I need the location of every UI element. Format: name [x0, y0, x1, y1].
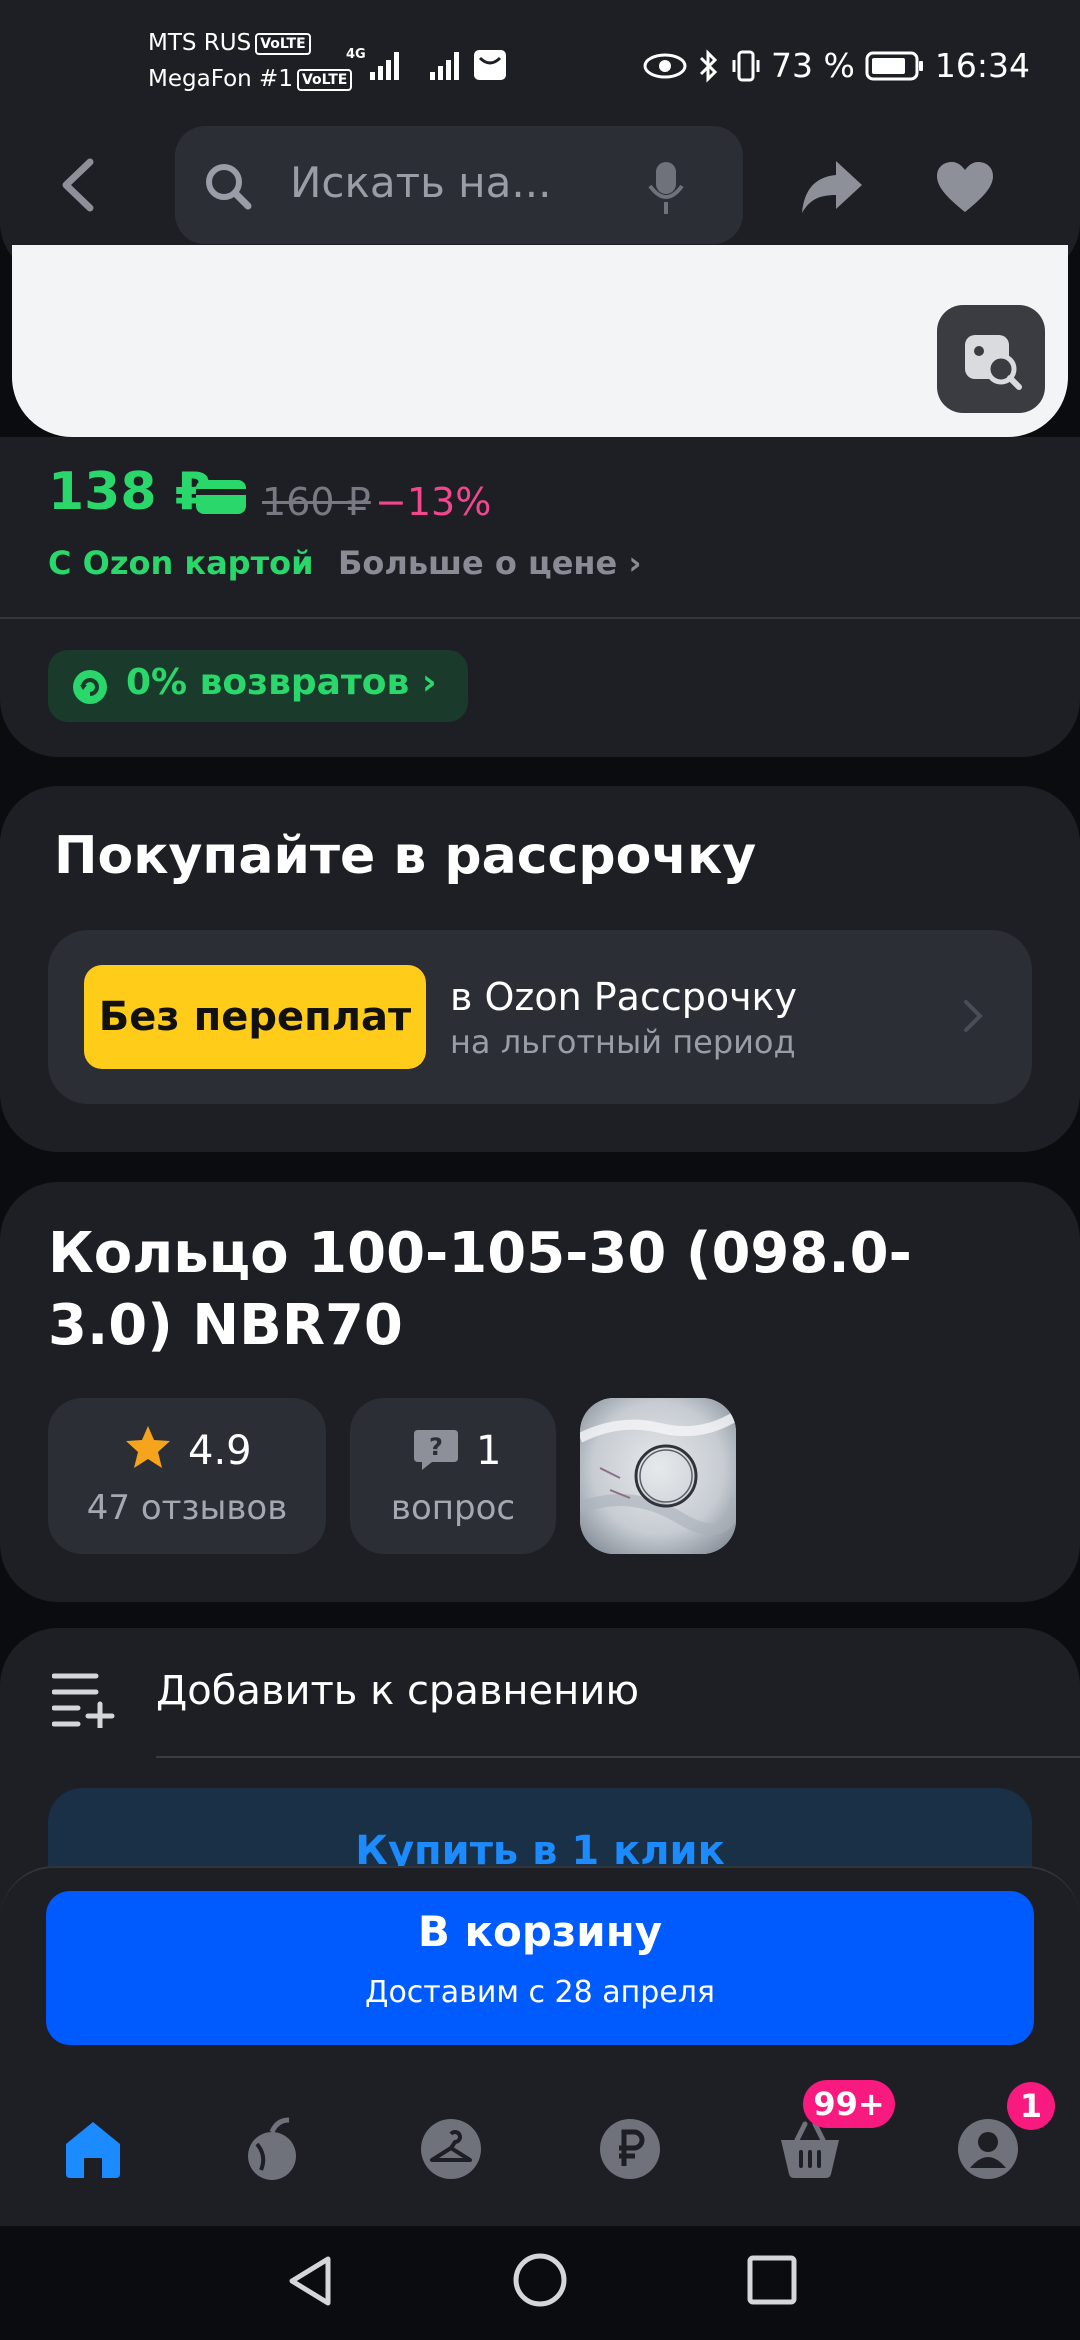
- chevron-right-icon: ›: [628, 544, 642, 582]
- signal-icon: 4G: [344, 44, 514, 88]
- cart-badge: 99+: [803, 2080, 895, 2128]
- image-search-icon: [965, 335, 1022, 390]
- system-home-icon[interactable]: [512, 2252, 568, 2312]
- svg-text:?: ?: [429, 1433, 443, 1461]
- compare-icon[interactable]: [51, 1670, 118, 1732]
- delivery-date: Доставим с 28 апреля: [365, 1975, 715, 2010]
- bottom-navigation: [0, 2076, 1080, 2226]
- returns-icon: [72, 669, 108, 709]
- chevron-right-icon: ›: [421, 662, 437, 703]
- status-right: 73 % 16:34: [643, 46, 1030, 85]
- finance-icon[interactable]: [597, 2116, 663, 2182]
- question-icon: ?: [412, 1428, 460, 1476]
- installment-line-1: в Ozon Рассрочку: [450, 975, 797, 1019]
- divider: [156, 1756, 1080, 1758]
- divider: [0, 617, 1080, 619]
- ozon-card-label: С Ozon картой: [48, 544, 314, 582]
- review-photo[interactable]: [580, 1398, 736, 1554]
- ozon-card-icon: [196, 480, 246, 514]
- eye-icon: [643, 53, 687, 78]
- installment-line-2: на льготный период: [450, 1023, 796, 1061]
- profile-icon[interactable]: [955, 2116, 1021, 2182]
- svg-text:4G: 4G: [346, 47, 366, 62]
- home-icon[interactable]: [60, 2116, 126, 2182]
- no-overpay-badge: Без переплат: [84, 965, 426, 1069]
- discount-badge: −13%: [375, 480, 492, 524]
- search-input[interactable]: Искать на...: [290, 158, 551, 207]
- microphone-icon[interactable]: [646, 160, 686, 220]
- star-icon: [124, 1424, 172, 1474]
- back-button[interactable]: [50, 150, 110, 220]
- system-back-icon[interactable]: [284, 2253, 336, 2313]
- questions-tile[interactable]: [350, 1398, 556, 1554]
- carrier-1: MTS RUS VoLTE: [148, 30, 311, 56]
- rating-tile[interactable]: [48, 1398, 326, 1554]
- favorite-icon[interactable]: [935, 160, 995, 218]
- chevron-right-icon: [962, 998, 984, 1038]
- returns-label: 0% возвратов ›: [126, 662, 437, 703]
- image-search-button[interactable]: [937, 305, 1045, 413]
- fresh-icon[interactable]: [239, 2116, 305, 2182]
- add-to-cart-label: В корзину: [417, 1907, 663, 1956]
- profile-badge: 1: [1007, 2082, 1055, 2130]
- product-image-area[interactable]: [12, 245, 1068, 437]
- product-title: Кольцо 100-105-30 (098.0-3.0) NBR70: [48, 1221, 912, 1358]
- carrier-2: MegaFon #1 VoLTE: [148, 66, 353, 92]
- reviews-count: 47 отзывов: [86, 1488, 288, 1528]
- current-price: 138 ₽: [48, 462, 211, 522]
- back-arrow-icon: [62, 158, 94, 212]
- rating-value: 4.9: [188, 1428, 252, 1474]
- questions-label: вопрос: [390, 1488, 516, 1528]
- questions-count: 1: [476, 1428, 502, 1474]
- battery-icon: [865, 51, 923, 80]
- share-icon[interactable]: [800, 157, 864, 221]
- vibrate-icon: [732, 50, 760, 81]
- system-recents-icon[interactable]: [746, 2254, 798, 2310]
- more-about-price-link[interactable]: Больше о цене ›: [338, 544, 642, 582]
- catalog-icon[interactable]: [418, 2116, 484, 2182]
- search-icon: [203, 161, 253, 215]
- old-price: 160 ₽: [262, 480, 371, 524]
- bluetooth-icon: [699, 48, 718, 83]
- add-to-compare-button[interactable]: Добавить к сравнению: [156, 1668, 639, 1714]
- installment-title: Покупайте в рассрочку: [54, 826, 757, 886]
